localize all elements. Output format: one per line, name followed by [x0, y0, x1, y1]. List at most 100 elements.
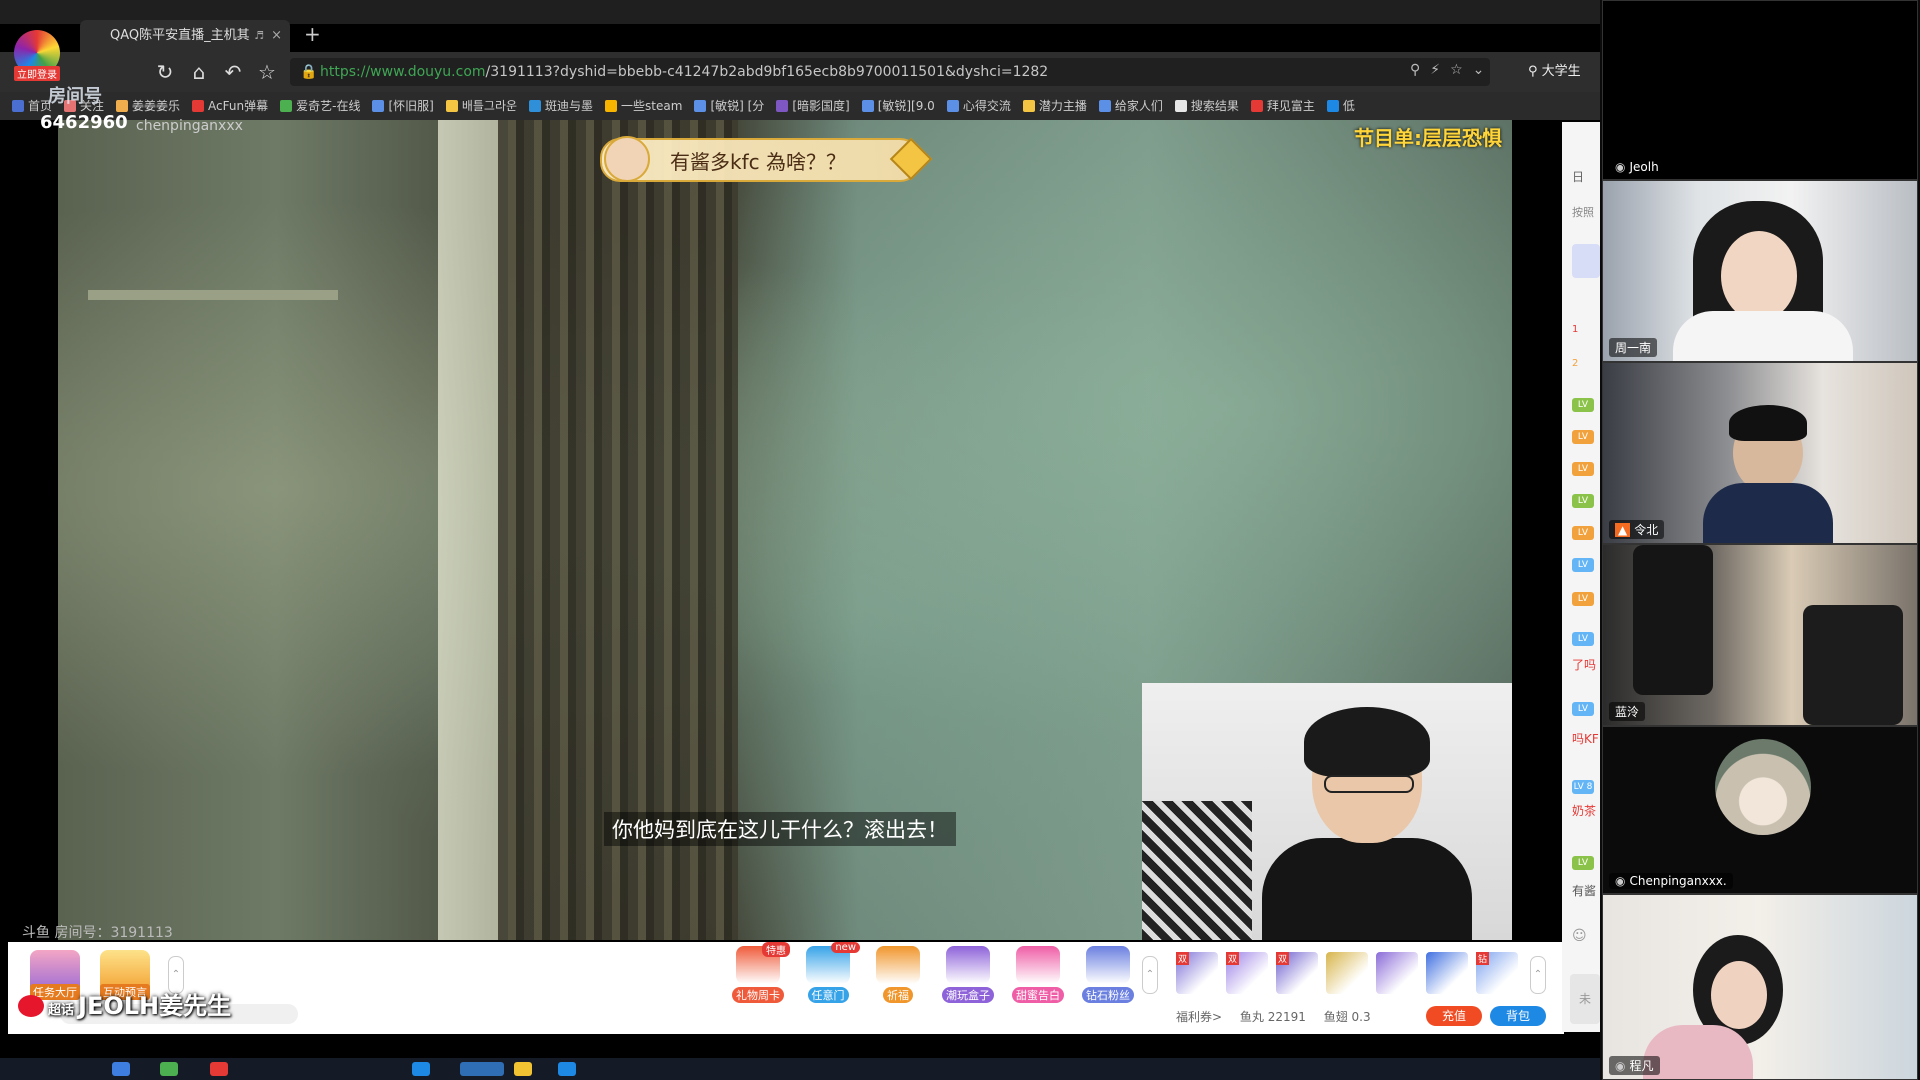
voice-tile[interactable]: ◉ Chenpinganxxx.	[1602, 726, 1918, 894]
bookmark-item[interactable]: 低	[1326, 92, 1355, 120]
weibo-tag[interactable]: 超话 JEOLH姜先生	[18, 986, 231, 1021]
bookmark-item[interactable]: 斑迪与墨	[529, 92, 593, 120]
bookmark-item[interactable]: [暗影国度]	[776, 92, 850, 120]
chat-tab[interactable]: 日	[1572, 168, 1584, 185]
bookmark-item[interactable]: 一些steam	[605, 92, 682, 120]
level-badge: LV	[1572, 494, 1594, 508]
chat-banner[interactable]	[1572, 244, 1600, 278]
host-name: chenpinganxxx	[136, 118, 243, 134]
bookmark-item[interactable]: [怀旧服]	[372, 92, 434, 120]
bookmark-label: 拜见富主	[1266, 99, 1315, 113]
voice-call-panel: ◉ Jeolh 周一南 ▲ 令北 蓝泠 ◉ Chenpinganxxx. ◉ 程凡	[1600, 0, 1920, 1080]
bookmark-item[interactable]: 心得交流	[946, 92, 1011, 120]
taskbar-app-icon[interactable]	[558, 1062, 576, 1076]
bookmark-favicon-icon	[1326, 100, 1339, 112]
bookmark-label: 搜索结果	[1190, 99, 1239, 113]
participant-name: 令北	[1634, 523, 1659, 537]
participant-avatar	[1715, 739, 1811, 835]
url-action-icons[interactable]: ⚲⚡☆⌄	[1410, 62, 1494, 78]
recharge-button[interactable]: 充值	[1426, 1006, 1482, 1026]
taskbar-browser-icon[interactable]	[460, 1062, 504, 1076]
taskbar-app-icon[interactable]	[412, 1062, 430, 1076]
chat-sort[interactable]: 按照	[1572, 204, 1594, 220]
taskbar-app-icon[interactable]	[514, 1062, 532, 1076]
bookmark-item[interactable]: [敏锐] [分	[694, 92, 764, 120]
tab-close-button[interactable]: ×	[271, 20, 282, 52]
gift-item[interactable]: 钻石粉丝	[1076, 946, 1140, 1003]
bookmark-item[interactable]: [敏锐][9.0	[861, 92, 935, 120]
backpack-item[interactable]	[1376, 952, 1418, 994]
bookmark-favicon-icon	[1250, 100, 1263, 112]
bookmark-favicon-icon	[445, 100, 458, 112]
backpack-badge: 双	[1276, 952, 1290, 965]
bookmark-label: [敏锐][9.0	[877, 99, 935, 113]
bookmark-item[interactable]: 배틀그라운	[445, 92, 517, 120]
manga-poster	[1142, 801, 1252, 940]
taskbar-app-icon[interactable]	[160, 1062, 178, 1076]
participant-name: Jeolh	[1629, 160, 1659, 174]
backpack-item[interactable]	[1426, 952, 1468, 994]
level-badge: LV	[1572, 462, 1594, 476]
new-tab-button[interactable]: +	[304, 22, 321, 46]
douyu-logo[interactable]: 立即登录	[14, 30, 94, 81]
gift-item[interactable]: 潮玩盒子	[936, 946, 1000, 1003]
bookmark-favicon-icon	[861, 100, 874, 112]
bookmark-label: 心得交流	[962, 99, 1011, 113]
program-label: 节目单:层层恐惧	[1354, 126, 1502, 150]
level-badge: LV	[1572, 430, 1594, 444]
participant-name: 蓝泠	[1615, 705, 1640, 719]
taskbar-app-icon[interactable]	[210, 1062, 228, 1076]
discord-icon: ◉	[1615, 160, 1626, 174]
url-bar[interactable]: 🔒 https://www.douyu.com/3191113?dyshid=b…	[290, 58, 1490, 86]
search-text: 大学生	[1541, 64, 1581, 79]
gift-item[interactable]: 任意门 new	[796, 942, 860, 1003]
taskbar-app-icon[interactable]	[112, 1062, 130, 1076]
streaming-icon: ▲	[1615, 523, 1631, 537]
backpack-button[interactable]: 背包	[1490, 1006, 1546, 1026]
gift-item[interactable]: 祈福	[866, 946, 930, 1003]
tab-title: QAQ陈平安直播_主机其他	[110, 28, 250, 43]
backpack-item[interactable]: 双	[1226, 952, 1268, 994]
bookmark-item[interactable]: 拜见富主	[1250, 92, 1315, 120]
gift-item[interactable]: 礼物周卡 特惠	[726, 942, 790, 1003]
subtitle: 你他妈到底在这儿干什么？滚出去！	[604, 812, 956, 846]
bookmark-label: [怀旧服]	[388, 99, 434, 113]
gift-expand-icon[interactable]: ⌃	[1142, 956, 1158, 994]
backpack-item[interactable]	[1326, 952, 1368, 994]
backpack-item[interactable]: 双	[1176, 952, 1218, 994]
bookmark-favicon-icon	[529, 100, 542, 112]
home-icon[interactable]: ⌂	[186, 60, 212, 84]
tab-audio-icon[interactable]: ♬	[254, 20, 264, 52]
undo-icon[interactable]: ↶	[220, 60, 246, 84]
bookmark-star-icon[interactable]: ☆	[254, 60, 280, 84]
reload-icon[interactable]: ↻	[152, 60, 178, 84]
search-box[interactable]: ⚲ 大学生	[1528, 58, 1600, 86]
welfare-link[interactable]: 福利券>	[1176, 1010, 1222, 1024]
bookmark-item[interactable]: 给家人们	[1098, 92, 1163, 120]
bookmark-item[interactable]: 潜力主播	[1022, 92, 1087, 120]
bookmark-favicon-icon	[605, 100, 618, 112]
backpack-expand-icon[interactable]: ⌃	[1530, 956, 1546, 994]
browser-tab[interactable]: QAQ陈平安直播_主机其他 ♬ ×	[80, 20, 290, 52]
voice-tile[interactable]: ◉ 程凡	[1602, 894, 1918, 1080]
bookmark-label: [敏锐] [分	[710, 99, 765, 113]
bookmark-favicon-icon	[1098, 100, 1111, 112]
voice-tile[interactable]: 周一南	[1602, 180, 1918, 362]
shop-button[interactable]: 未	[1570, 974, 1600, 1024]
voice-tile[interactable]: ▲ 令北	[1602, 362, 1918, 544]
bookmark-label: 一些steam	[621, 99, 683, 113]
gift-tag: new	[831, 942, 860, 953]
voice-tile[interactable]: 蓝泠	[1602, 544, 1918, 726]
gift-item[interactable]: 甜蜜告白	[1006, 946, 1070, 1003]
backpack-badge: 双	[1176, 952, 1190, 965]
emoji-icon[interactable]: ☺	[1572, 928, 1587, 944]
voice-tile[interactable]: ◉ Jeolh	[1602, 0, 1918, 180]
login-badge[interactable]: 立即登录	[14, 66, 60, 81]
bookmark-item[interactable]: 搜索结果	[1174, 92, 1239, 120]
bookmark-item[interactable]: AcFun弹幕	[192, 92, 268, 120]
backpack-item[interactable]: 钻	[1476, 952, 1518, 994]
bookmark-item[interactable]: 爱奇艺-在线	[280, 92, 360, 120]
bookmark-favicon-icon	[946, 100, 959, 112]
backpack-item[interactable]: 双	[1276, 952, 1318, 994]
room-number: 斗鱼 房间号：3191113	[22, 925, 173, 941]
